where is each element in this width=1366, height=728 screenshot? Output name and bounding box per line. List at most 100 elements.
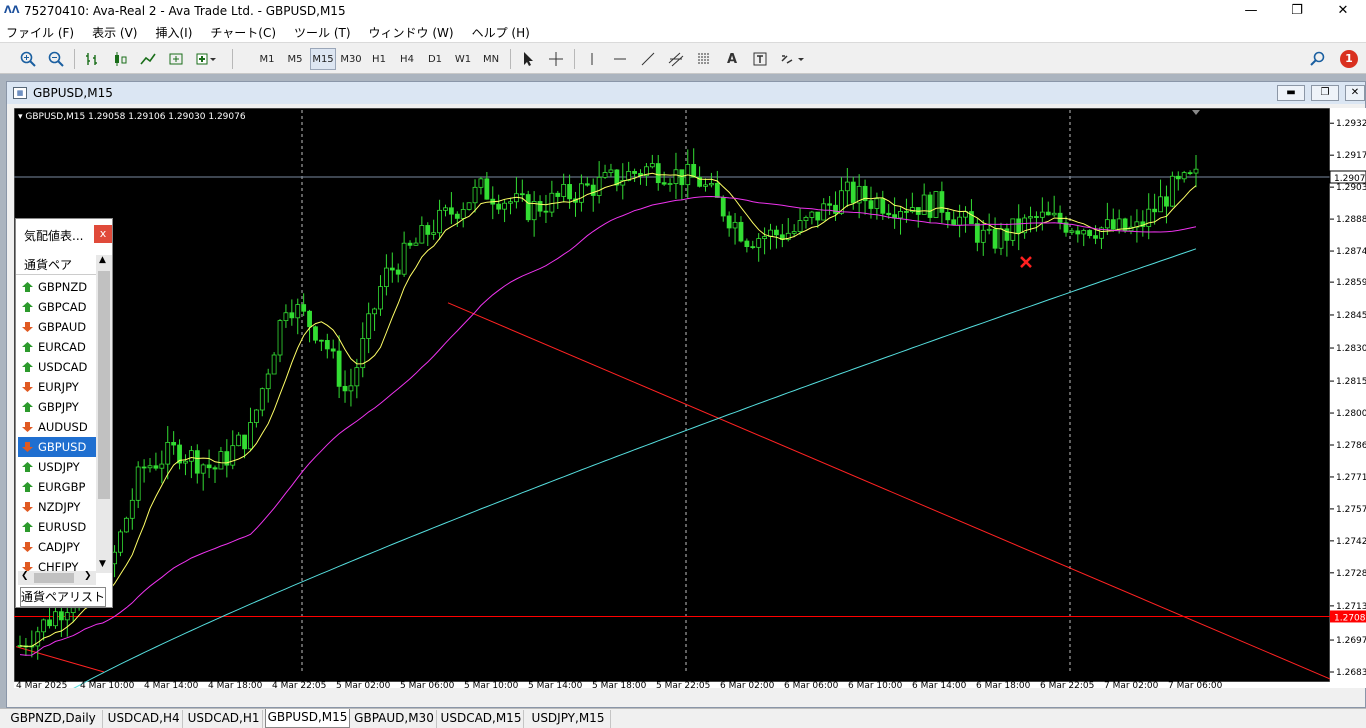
candle <box>472 186 478 204</box>
market-watch-row[interactable]: USDCAD <box>18 357 96 377</box>
arrows-icon[interactable] <box>778 48 808 70</box>
title-bar: ᐱᐱ 75270410: Ava-Real 2 - Ava Trade Ltd.… <box>0 0 1366 22</box>
candle <box>531 201 537 221</box>
candle <box>431 232 437 235</box>
tf-m15[interactable]: M15 <box>310 48 336 70</box>
time-label: 4 Mar 2025 <box>16 681 67 688</box>
zoom-out-icon[interactable] <box>44 48 68 70</box>
arrow-down-icon <box>22 322 33 332</box>
time-label: 5 Mar 10:00 <box>464 681 519 688</box>
chart-tab[interactable]: USDCAD,M15 <box>439 710 524 728</box>
horizontal-line-icon[interactable] <box>608 48 632 70</box>
chart-close-button[interactable]: ✕ <box>1345 85 1365 101</box>
text-icon[interactable]: A <box>720 48 744 70</box>
candle <box>389 267 395 271</box>
trendline-icon[interactable] <box>636 48 660 70</box>
market-watch-row[interactable]: EURJPY <box>18 377 96 397</box>
vertical-scroll-thumb[interactable] <box>98 271 110 499</box>
market-watch-row[interactable]: EURUSD <box>18 517 96 537</box>
chart-tab[interactable]: GBPAUD,M30 <box>352 710 437 728</box>
market-watch-row[interactable]: GBPJPY <box>18 397 96 417</box>
candle <box>880 198 886 214</box>
search-icon[interactable] <box>1306 48 1330 70</box>
app-logo-icon: ᐱᐱ <box>4 5 20 16</box>
arrow-down-icon <box>22 382 33 392</box>
price-label: 1.28599 <box>1336 278 1366 288</box>
market-watch-row[interactable]: GBPUSD <box>18 437 96 457</box>
candle <box>709 183 714 186</box>
tf-m5[interactable]: M5 <box>282 48 308 70</box>
horizontal-scrollbar[interactable]: ❮ ❯ <box>18 571 96 585</box>
chart-tab[interactable]: USDCAD,H1 <box>185 710 263 728</box>
market-watch-row[interactable]: EURCAD <box>18 337 96 357</box>
chart-tab[interactable]: USDCAD,H4 <box>105 710 184 728</box>
fibonacci-icon[interactable] <box>692 48 716 70</box>
market-watch-row[interactable]: EURGBP <box>18 477 96 497</box>
minimize-button[interactable]: — <box>1228 0 1274 22</box>
notification-badge[interactable]: 1 <box>1336 48 1362 70</box>
auto-scroll-icon[interactable] <box>164 48 188 70</box>
bar-chart-icon[interactable] <box>80 48 104 70</box>
symbol-name: USDCAD <box>38 360 88 374</box>
tf-h1[interactable]: H1 <box>366 48 392 70</box>
tf-mn[interactable]: MN <box>478 48 504 70</box>
market-watch-close-button[interactable]: x <box>94 225 112 243</box>
candle <box>1164 196 1169 207</box>
candle <box>957 216 963 226</box>
menu-view[interactable]: 表示 (V) <box>92 24 137 41</box>
candle-chart-icon[interactable] <box>108 48 132 70</box>
market-watch-row[interactable]: CADJPY <box>18 537 96 557</box>
tf-m1[interactable]: M1 <box>254 48 280 70</box>
chart-restore-button[interactable]: ❐ <box>1311 85 1339 101</box>
close-button[interactable]: ✕ <box>1320 0 1366 22</box>
maximize-button[interactable]: ❐ <box>1274 0 1320 22</box>
chart-window-caption: ▦ GBPUSD,M15 ▬ ❐ ✕ <box>7 82 1365 104</box>
line-chart-icon[interactable] <box>136 48 160 70</box>
menu-insert[interactable]: 挿入(I) <box>155 24 192 41</box>
menu-file[interactable]: ファイル (F) <box>6 24 74 41</box>
crosshair-icon[interactable] <box>544 48 568 70</box>
tf-h4[interactable]: H4 <box>394 48 420 70</box>
candle <box>921 194 927 215</box>
candle <box>301 304 307 312</box>
market-watch-column-header[interactable]: 通貨ペア <box>16 255 96 275</box>
cursor-icon[interactable] <box>516 48 540 70</box>
market-watch-row[interactable]: AUDUSD <box>18 417 96 437</box>
market-watch-row[interactable]: USDJPY <box>18 457 96 477</box>
zoom-in-icon[interactable] <box>16 48 40 70</box>
symbols-tab[interactable]: 通貨ペアリスト <box>20 587 106 607</box>
candle <box>750 246 756 248</box>
market-watch-row[interactable]: NZDJPY <box>18 497 96 517</box>
price-label: 1.28300 <box>1336 344 1366 354</box>
chart-minimize-button[interactable]: ▬ <box>1277 85 1305 101</box>
tf-m30[interactable]: M30 <box>338 48 364 70</box>
price-label: 1.27425 <box>1336 537 1366 547</box>
add-indicator-icon[interactable] <box>194 48 218 70</box>
arrow-up-icon <box>22 402 33 412</box>
arrow-up-icon <box>22 282 33 292</box>
candle <box>165 441 171 465</box>
chart-tab[interactable]: USDJPY,M15 <box>526 710 611 728</box>
menu-window[interactable]: ウィンドウ (W) <box>369 24 454 41</box>
time-label: 6 Mar 06:00 <box>784 681 839 688</box>
candle <box>277 320 283 356</box>
chart-tab[interactable]: GBPUSD,M15 <box>265 709 350 728</box>
candle <box>927 194 933 218</box>
channel-icon[interactable] <box>664 48 688 70</box>
candle <box>478 178 484 188</box>
menu-charts[interactable]: チャート(C) <box>210 24 276 41</box>
menu-help[interactable]: ヘルプ (H) <box>472 24 530 41</box>
candle <box>183 460 188 464</box>
market-watch-row[interactable]: GBPAUD <box>18 317 96 337</box>
market-watch-row[interactable]: GBPCAD <box>18 297 96 317</box>
price-chart[interactable]: 1.29320 1.29175 1.29030 1.28885 1.28740 1.285… <box>14 108 1366 688</box>
market-watch-row[interactable]: GBPNZD <box>18 277 96 297</box>
text-label-icon[interactable] <box>748 48 772 70</box>
menu-tools[interactable]: ツール (T) <box>294 24 351 41</box>
tf-d1[interactable]: D1 <box>422 48 448 70</box>
chart-background[interactable] <box>14 108 1330 682</box>
tf-w1[interactable]: W1 <box>450 48 476 70</box>
vertical-line-icon[interactable] <box>580 48 604 70</box>
chart-tab[interactable]: GBPNZD,Daily <box>4 710 104 728</box>
candle <box>271 354 277 375</box>
